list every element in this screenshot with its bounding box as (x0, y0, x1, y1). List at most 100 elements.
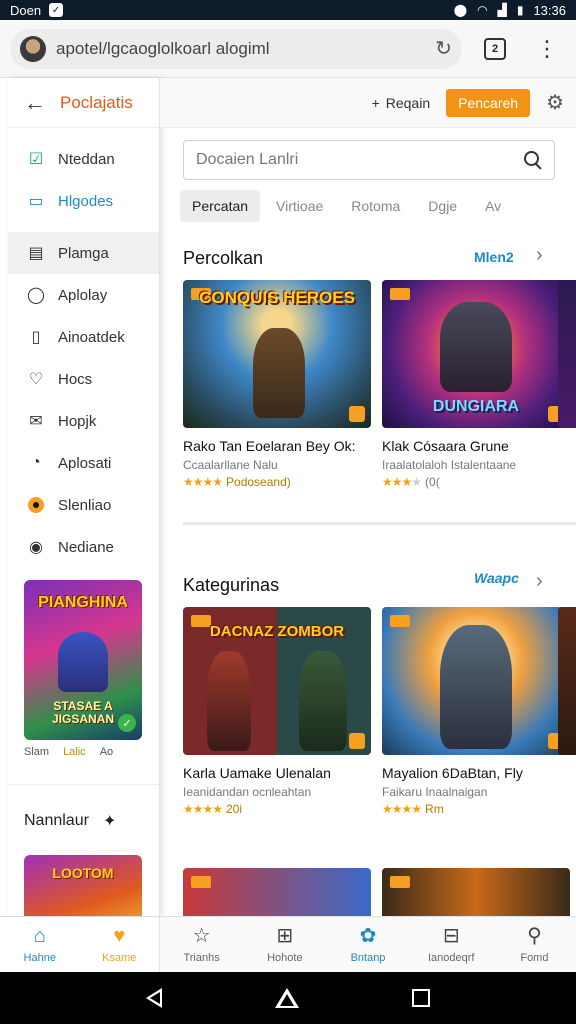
nav-item-home[interactable]: ⌂ Hahne (0, 917, 80, 972)
drawer-item-4[interactable]: ▯ Ainoatdek (8, 316, 159, 358)
drawer-item-6[interactable]: ✉ Hopjk (8, 400, 159, 442)
chevron-right-icon[interactable]: › (536, 570, 543, 593)
filter-tab-1[interactable]: Virtioae (264, 190, 335, 222)
next-card-peek[interactable] (558, 607, 576, 755)
plus-box-icon: ⊞ (276, 925, 294, 947)
drawer-item-9[interactable]: ◉ Nediane (8, 526, 159, 568)
filter-tab-0[interactable]: Percatan (180, 190, 261, 222)
search-field[interactable]: Docaien Lanlri (183, 140, 555, 180)
url-text[interactable]: apotel/lgcaoglolkoarl alogiml (56, 39, 425, 59)
download-badge-icon: ✓ (118, 714, 136, 732)
nav-item-profile[interactable]: ⚲ Fomd (493, 917, 576, 972)
game-card[interactable] (382, 868, 570, 916)
drawer-item-7[interactable]: ◔ Aplosati (8, 442, 159, 484)
nav-label: Trianhs (183, 952, 220, 964)
game-card-image: CONQUIS HEROES (183, 280, 371, 428)
panel-header: + Reqain Pencareh ⚙ (160, 78, 576, 128)
nav-item-library[interactable]: ⊟ Ianodeqrf (410, 917, 493, 972)
nav-item-trends[interactable]: ☆ Trianhs (160, 917, 243, 972)
game-developer: Faikaru Inaalnaigan (382, 785, 488, 799)
badge-icon (349, 733, 365, 749)
filter-tab-3[interactable]: Dgje (416, 190, 469, 222)
chat-bubble-icon: ◯ (27, 287, 45, 304)
browser-toolbar: apotel/lgcaoglolkoarl alogiml ↻ 2 ⋮ (0, 20, 576, 78)
nav-item-browse[interactable]: ✿ Bntanp (326, 917, 409, 972)
drawer-item-2[interactable]: ▤ Plamga (8, 232, 159, 274)
pin-icon: ✦ (102, 813, 117, 830)
next-card-peek[interactable] (558, 280, 576, 428)
promo-hero-figure (58, 632, 108, 692)
more-menu-icon[interactable]: ⋮ (536, 37, 558, 60)
game-title: Klak Cósaara Grune (382, 438, 509, 454)
heart-pin-icon: ♥ (113, 925, 126, 947)
calendar-check-icon: ☑ (28, 151, 44, 168)
promo-game-image[interactable]: PIANGHINA STASAE A JIGSANAN ✓ (24, 580, 142, 740)
location-icon: ⬤ (453, 3, 468, 17)
game-art-title: DACNAZ ZOMBOR (209, 623, 345, 640)
register-link[interactable]: + Reqain (372, 95, 431, 111)
search-input[interactable]: Docaien Lanlri (196, 151, 524, 169)
gear-icon[interactable]: ⚙ (546, 90, 564, 115)
tab-switcher-icon[interactable]: 2 (484, 37, 506, 60)
status-bar: Doen ✓ ⬤ ◠ ▟ ▮ 13:36 (0, 0, 576, 20)
drawer-item-8[interactable]: Slenliao (8, 484, 159, 526)
game-rating: ★★★★ Podoseand) (183, 475, 371, 489)
rating-text: Rm (425, 802, 444, 816)
game-title: Karla Uamake Ulenalan (183, 765, 331, 781)
home-button-icon[interactable] (274, 988, 299, 1008)
chevron-right-icon[interactable]: › (536, 244, 543, 267)
tag-icon (191, 876, 211, 888)
badge-icon (349, 406, 365, 422)
register-label: Reqain (385, 94, 431, 111)
nav-item-favorites[interactable]: ♥ Ksame (80, 917, 160, 972)
briefcase-icon: ▤ (28, 245, 44, 262)
drawer-item-0[interactable]: ☑ Nteddan (8, 138, 159, 180)
drawer-item-5[interactable]: ♡ Hocs (8, 358, 159, 400)
nav-label: Hahne (23, 952, 56, 964)
drawer-item-label: Hopjk (58, 412, 97, 430)
hero-figure (299, 651, 347, 751)
drawer-item-1[interactable]: ▭ Hlgodes (8, 180, 159, 222)
game-card[interactable]: DUNGIARA Klak Cósaara Grune Iraalatolalo… (382, 280, 570, 489)
reload-icon[interactable]: ↻ (435, 36, 452, 61)
game-card[interactable]: CONQUIS HEROES Rako Tan Eoelaran Bey Ok:… (183, 280, 371, 489)
drawer-header: ← Poclajatis (8, 78, 159, 128)
game-card[interactable]: DACNAZ ZOMBOR Karla Uamake Ulenalan Iean… (183, 607, 371, 816)
nav-label: Bntanp (350, 952, 386, 964)
section-more-link[interactable]: Waapc (474, 570, 519, 586)
promo-meta: Slam Lalic Ao (8, 746, 159, 758)
info-circle-icon: ◉ (29, 539, 43, 556)
nav-item-add[interactable]: ⊞ Hohote (243, 917, 326, 972)
filter-tabs: Percatan Virtioae Rotoma Dgje Av (180, 188, 576, 224)
carrier-label: Doen (10, 2, 42, 18)
hero-figure (253, 328, 305, 418)
back-arrow-icon[interactable]: ← (24, 90, 46, 116)
section-title: Percolkan (183, 248, 264, 268)
search-button[interactable]: Pencareh (446, 88, 531, 117)
drawer-item-label: Hocs (58, 370, 93, 388)
orange-dot-icon (26, 495, 46, 515)
drawer-item-3[interactable]: ◯ Aplolay (8, 274, 159, 316)
game-art-title: DUNGIARA (432, 398, 520, 415)
star-rating-icon: ★★★★ (382, 475, 422, 489)
section-more-link[interactable]: Mlen2 (474, 249, 514, 265)
drawer-item-label: Plamga (58, 244, 109, 262)
recent-apps-icon[interactable] (411, 989, 430, 1007)
filter-tab-4[interactable]: Av (473, 190, 513, 222)
battery-icon: ▮ (516, 3, 524, 17)
drawer-item-label: Aplolay (58, 286, 108, 304)
minus-box-icon: ⊟ (442, 925, 460, 947)
game-card[interactable] (183, 868, 371, 916)
rating-text: (0( (425, 475, 440, 489)
address-bar[interactable]: apotel/lgcaoglolkoarl alogiml ↻ (10, 28, 462, 69)
search-icon[interactable] (524, 151, 542, 169)
nav-label: Ksame (102, 952, 137, 964)
back-icon[interactable] (146, 988, 163, 1008)
game-art-title: CONQUIS HEROES (199, 288, 355, 307)
drawer-footer-title[interactable]: Nannlaur ✦ (8, 784, 159, 831)
game-card[interactable]: Mayalion 6DaBtan, Fly Faikaru Inaalnaiga… (382, 607, 570, 816)
drawer-item-label: Aplosati (58, 454, 112, 472)
game-developer: Ccaalarllane Nalu (183, 458, 278, 472)
promo2-game-image[interactable]: LOOTOM (24, 855, 142, 918)
filter-tab-2[interactable]: Rotoma (339, 190, 412, 222)
